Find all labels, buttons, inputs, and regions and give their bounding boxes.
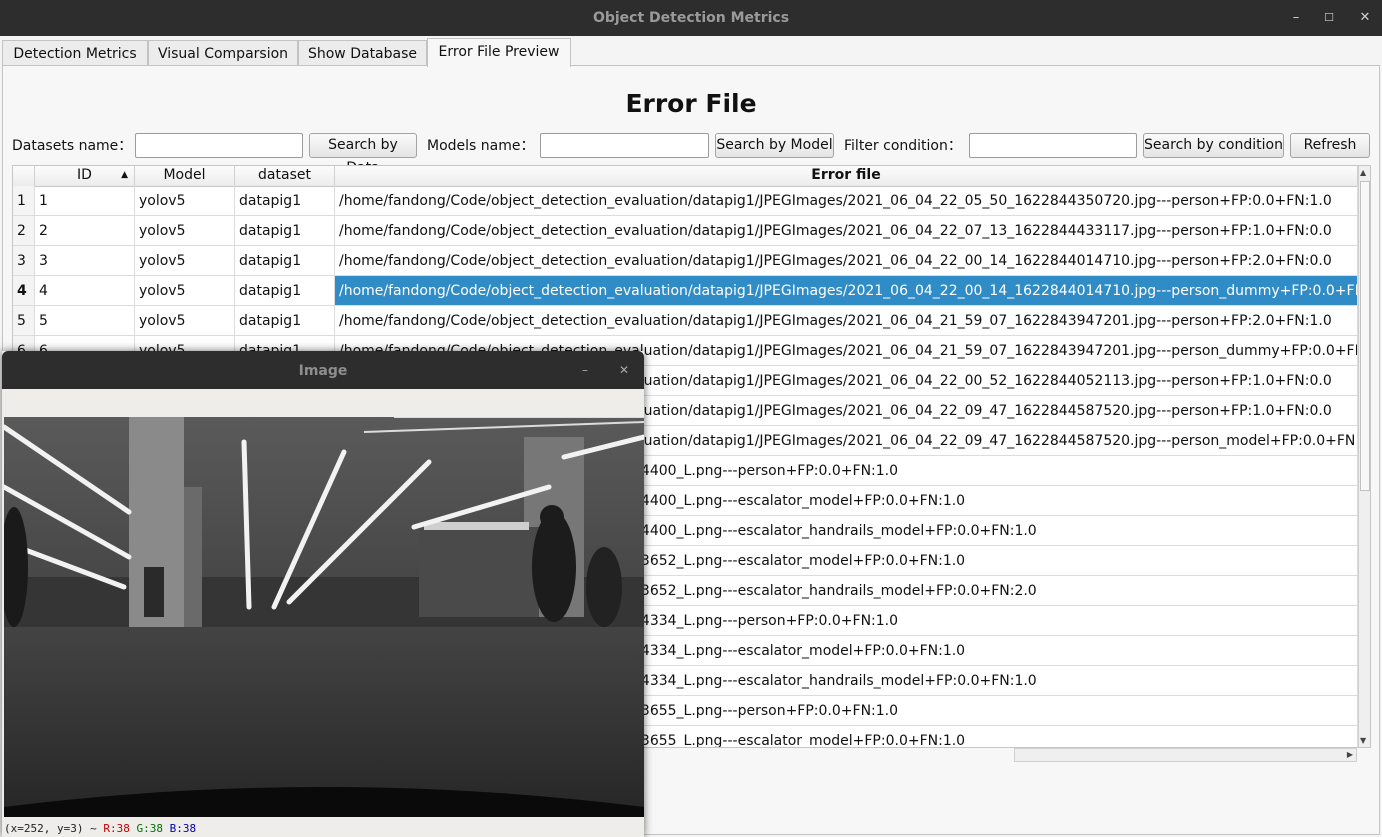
refresh-button[interactable]: Refresh (1290, 133, 1370, 158)
table-row[interactable]: 1 1 yolov5 datapig1/home/fandong/Code/objec… (13, 186, 1358, 216)
store-photo (4, 417, 644, 817)
cell-error-file[interactable]: /home/fandong/Code/object_detection_eval… (335, 246, 1358, 276)
row-number[interactable]: 2 (13, 216, 35, 246)
table-row[interactable]: 5 5 yolov5 datapig1/home/fandong/Code/objec… (13, 306, 1358, 336)
table-header: ID ▲ Model dataset Error file (13, 166, 1358, 187)
image-minimize-button[interactable]: – (582, 351, 588, 389)
datasets-label: Datasets name： (12, 138, 133, 154)
row-number[interactable]: 5 (13, 306, 35, 336)
maximize-button[interactable]: ☐ (1312, 0, 1346, 36)
header-corner[interactable] (13, 166, 35, 186)
cell-dataset[interactable]: datapig1 (235, 276, 335, 306)
page-title: Error File (625, 89, 757, 118)
pixel-coords: (x=252, y=3) ~ (4, 822, 104, 835)
table-row[interactable]: 2 2 yolov5 datapig1/home/fandong/Code/objec… (13, 216, 1358, 246)
header-error-file[interactable]: Error file (335, 166, 1358, 186)
cell-id[interactable]: 1 (35, 186, 135, 216)
search-by-data-button[interactable]: Search by Data (309, 133, 417, 176)
table-row[interactable]: 4 4 yolov5 datapig1/home/fandong/Code/objec… (13, 276, 1358, 306)
pixel-g: G:38 (136, 822, 163, 835)
preview-image[interactable] (4, 417, 644, 817)
pixel-r: R:38 (103, 822, 130, 835)
image-window-title: Image (298, 363, 348, 379)
tab-error-file-preview[interactable]: Error File Preview (427, 38, 571, 67)
cell-dataset[interactable]: datapig1 (235, 246, 335, 276)
models-input[interactable] (540, 133, 709, 158)
cell-dataset[interactable]: datapig1 (235, 306, 335, 336)
models-label: Models name： (427, 138, 535, 154)
cell-id[interactable]: 5 (35, 306, 135, 336)
search-by-model-button[interactable]: Search by Model (715, 133, 834, 158)
header-id[interactable]: ID ▲ (35, 166, 135, 186)
horizontal-scrollbar[interactable]: ▶ (1014, 748, 1357, 762)
cell-model[interactable]: yolov5 (135, 216, 235, 246)
cell-model[interactable]: yolov5 (135, 276, 235, 306)
window-title: Object Detection Metrics (592, 10, 790, 26)
datasets-input[interactable] (135, 133, 303, 158)
scroll-up-icon[interactable]: ▲ (1360, 168, 1366, 177)
row-number[interactable]: 3 (13, 246, 35, 276)
title-bar: Object Detection Metrics – ☐ ✕ (0, 0, 1382, 36)
cell-error-file[interactable]: /home/fandong/Code/object_detection_eval… (335, 186, 1358, 216)
pixel-b: B:38 (169, 822, 197, 835)
cell-error-file[interactable]: /home/fandong/Code/object_detection_eval… (335, 276, 1358, 306)
row-number[interactable]: 1 (13, 186, 35, 216)
tab-show-database[interactable]: Show Database (298, 40, 427, 66)
filter-label: Filter condition： (844, 138, 962, 154)
scroll-thumb[interactable] (1360, 181, 1370, 491)
cell-model[interactable]: yolov5 (135, 186, 235, 216)
close-button[interactable]: ✕ (1348, 0, 1382, 36)
cell-id[interactable]: 3 (35, 246, 135, 276)
cell-id[interactable]: 2 (35, 216, 135, 246)
cell-model[interactable]: yolov5 (135, 246, 235, 276)
header-id-label: ID (77, 167, 92, 183)
image-window[interactable]: Image – ✕ (x=252, y=3) ~ R:38 G:38 B:38 (2, 351, 644, 837)
search-by-condition-button[interactable]: Search by condition (1143, 133, 1284, 158)
cell-model[interactable]: yolov5 (135, 306, 235, 336)
row-number[interactable]: 4 (13, 276, 35, 306)
cell-dataset[interactable]: datapig1 (235, 216, 335, 246)
minimize-button[interactable]: – (1279, 0, 1313, 36)
cell-id[interactable]: 4 (35, 276, 135, 306)
filter-input[interactable] (969, 133, 1137, 158)
sort-ascending-icon: ▲ (121, 170, 128, 180)
pixel-info: (x=252, y=3) ~ R:38 G:38 B:38 (4, 821, 196, 837)
header-dataset[interactable]: dataset (235, 166, 335, 186)
tab-visual-comparsion[interactable]: Visual Comparsion (148, 40, 298, 66)
cell-dataset[interactable]: datapig1 (235, 186, 335, 216)
scroll-down-icon[interactable]: ▼ (1360, 736, 1366, 745)
cell-error-file[interactable]: /home/fandong/Code/object_detection_eval… (335, 216, 1358, 246)
table-row[interactable]: 3 3 yolov5 datapig1/home/fandong/Code/objec… (13, 246, 1358, 276)
header-model[interactable]: Model (135, 166, 235, 186)
scroll-right-icon[interactable]: ▶ (1347, 749, 1353, 761)
cell-error-file[interactable]: /home/fandong/Code/object_detection_eval… (335, 306, 1358, 336)
image-close-button[interactable]: ✕ (619, 351, 629, 389)
tab-detection-metrics[interactable]: Detection Metrics (2, 40, 148, 66)
vertical-scrollbar[interactable]: ▲ ▼ (1358, 166, 1370, 747)
image-title-bar[interactable]: Image – ✕ (2, 351, 644, 389)
